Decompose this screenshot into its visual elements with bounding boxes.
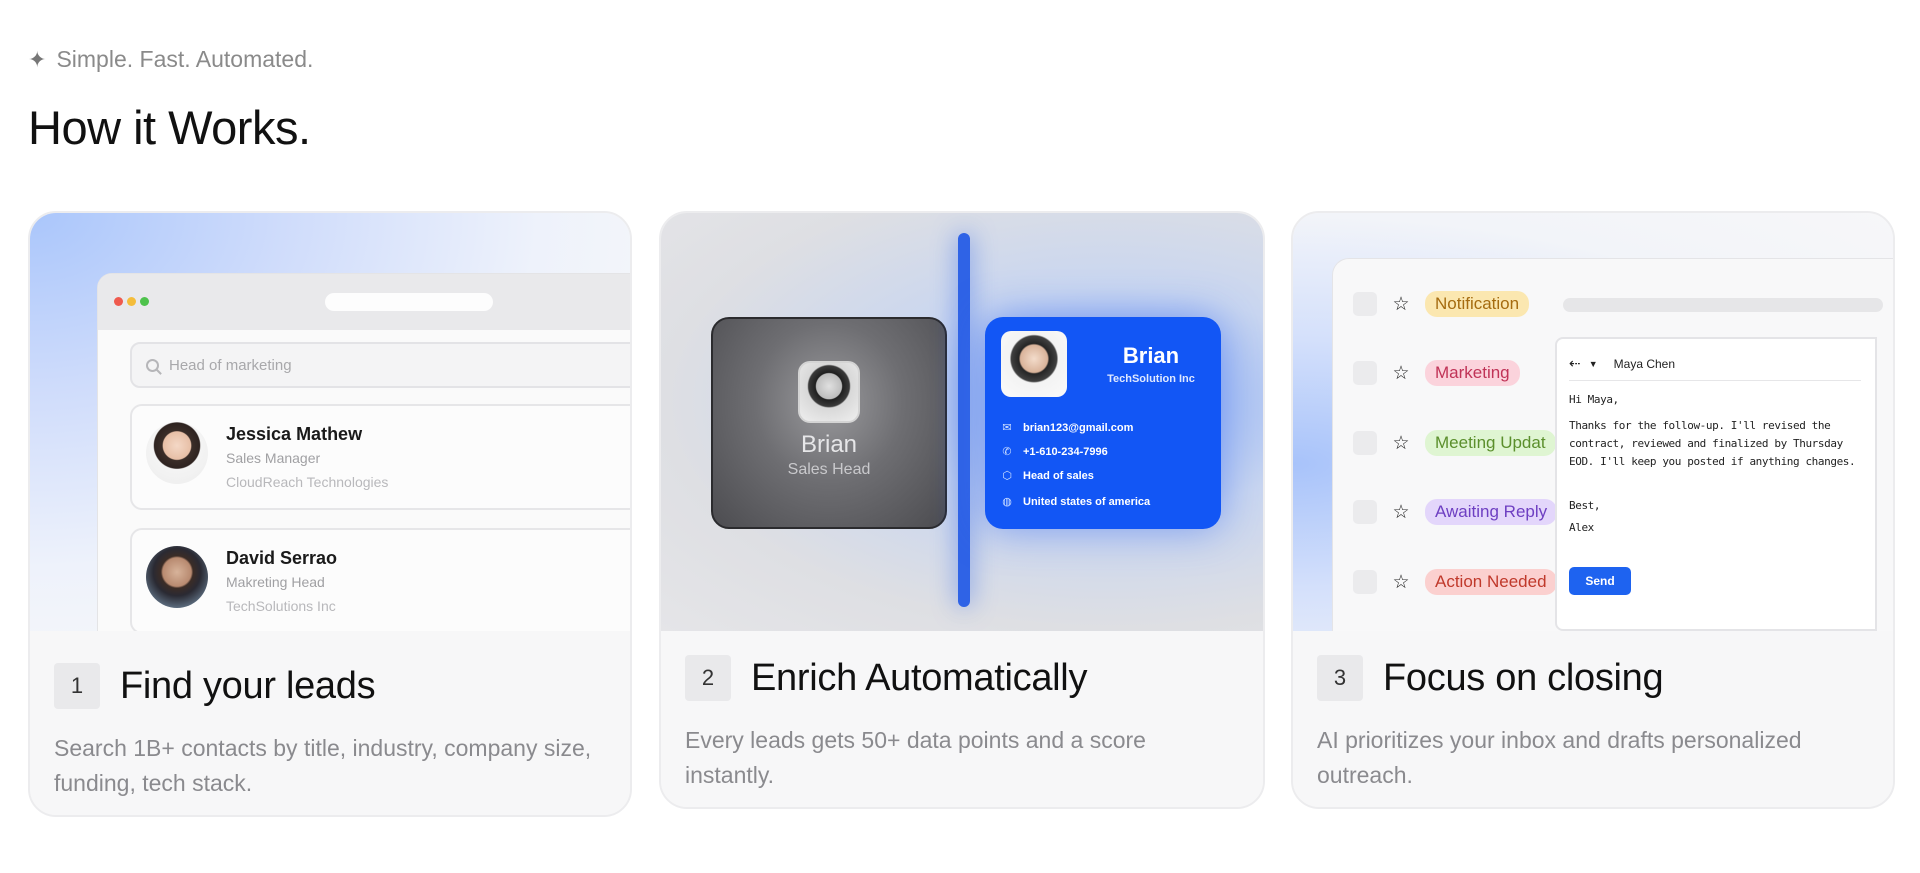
maximize-dot-icon [140,297,149,306]
row-checkbox[interactable] [1353,292,1377,316]
email-text: Thanks for the follow-up. I'll revised t… [1569,419,1856,468]
email-recipient: Maya Chen [1613,356,1676,371]
avatar [146,546,208,608]
eyebrow-text: Simple. Fast. Automated. [56,46,314,72]
card-footer: 2 Enrich Automatically Every leads gets … [661,631,1263,807]
badge-icon: ⬡ [1002,470,1012,482]
contact-card[interactable]: Jessica Mathew Sales Manager CloudReach … [130,404,630,510]
page-title: How it Works. [28,101,311,154]
row-checkbox[interactable] [1353,431,1377,455]
lead-photo [1001,331,1067,397]
email-header: ⇠ ▼ Maya Chen [1569,347,1861,381]
inbox-row[interactable]: ☆ Action Needed [1353,569,1557,595]
star-icon[interactable]: ☆ [1391,362,1411,385]
row-checkbox[interactable] [1353,570,1377,594]
lead-photo [798,361,860,423]
scan-divider [958,233,970,607]
enriched-lead-card: Brian TechSolution Inc ✉ brian123@gmail.… [985,317,1221,529]
card-footer: 3 Focus on closing AI prioritizes your i… [1293,631,1893,807]
label-tag: Notification [1425,291,1530,317]
label-tag: Action Needed [1425,569,1557,595]
send-button[interactable]: Send [1569,567,1631,595]
email-signature: Alex [1569,521,1594,534]
card-footer: 1 Find your leads Search 1B+ contacts by… [30,631,630,815]
sparkle-icon: ✦ [28,46,47,72]
step-card-focus: ☆ Notification ☆ Marketing ☆ Meeting Upd… [1291,211,1895,809]
globe-icon: ◍ [1002,496,1012,508]
contact-name: David Serrao [226,548,338,568]
search-icon [146,358,159,372]
step-title: Enrich Automatically [751,656,1088,699]
search-placeholder: Head of marketing [169,356,292,374]
lead-location: United states of america [1023,495,1151,508]
browser-window: Head of marketing Jessica Mathew Sales M… [98,274,630,631]
lead-email: brian123@gmail.com [1023,421,1134,434]
step-number: 1 [54,663,100,709]
contact-role: Makreting Head [226,574,325,590]
lead-company: TechSolution Inc [1107,373,1195,385]
inbox-row[interactable]: ☆ Meeting Updat [1353,430,1556,456]
lead-title: Head of sales [1023,469,1094,482]
lead-name: Brian [800,431,858,458]
star-icon[interactable]: ☆ [1391,293,1411,316]
lead-phone: +1-610-234-7996 [1023,445,1108,458]
label-tag: Awaiting Reply [1425,499,1558,525]
star-icon[interactable]: ☆ [1391,571,1411,594]
title-row: ⬡ Head of sales [1001,469,1094,483]
row-checkbox[interactable] [1353,500,1377,524]
find-leads-illustration: Head of marketing Jessica Mathew Sales M… [30,213,630,631]
star-icon[interactable]: ☆ [1391,432,1411,455]
browser-titlebar [98,274,630,330]
location-row: ◍ United states of america [1001,495,1151,509]
email-signoff: Best, [1569,499,1601,512]
step-description: Every leads gets 50+ data points and a s… [685,727,1146,788]
star-icon[interactable]: ☆ [1391,501,1411,524]
row-checkbox[interactable] [1353,361,1377,385]
raw-lead-card: Brian Sales Head [711,317,947,529]
label-tag: Marketing [1425,360,1520,386]
phone-row: ✆ +1-610-234-7996 [1001,445,1108,459]
step-title: Focus on closing [1383,656,1664,699]
section-eyebrow: ✦ Simple. Fast. Automated. [28,46,313,73]
step-card-enrich: Brian Sales Head Brian TechSolution Inc … [659,211,1265,809]
email-draft-pane: ⇠ ▼ Maya Chen Hi Maya, Thanks for the fo… [1555,337,1877,631]
inbox-row[interactable]: ☆ Awaiting Reply [1353,499,1558,525]
chevron-down-icon[interactable]: ▼ [1589,359,1598,369]
step-card-find-leads: Head of marketing Jessica Mathew Sales M… [28,211,632,817]
contact-search-input[interactable]: Head of marketing [130,342,630,388]
reply-arrow-icon[interactable]: ⇠ [1569,355,1581,372]
step-title: Find your leads [120,664,376,707]
step-number: 3 [1317,655,1363,701]
enrich-illustration: Brian Sales Head Brian TechSolution Inc … [661,213,1263,631]
contact-role: Sales Manager [226,450,321,466]
step-description: Search 1B+ contacts by title, industry, … [54,735,592,796]
inbox-window: ☆ Notification ☆ Marketing ☆ Meeting Upd… [1333,259,1893,631]
inbox-row[interactable]: ☆ Marketing [1353,360,1520,386]
contact-name: Jessica Mathew [226,424,363,444]
contact-company: CloudReach Technologies [226,474,389,490]
inbox-row[interactable]: ☆ Notification [1353,291,1530,317]
minimize-dot-icon [127,297,136,306]
contact-company: TechSolutions Inc [226,598,336,614]
phone-icon: ✆ [1002,446,1012,458]
step-description: AI prioritizes your inbox and drafts per… [1317,727,1802,788]
preview-line [1563,298,1883,312]
mail-icon: ✉ [1002,422,1012,434]
email-row: ✉ brian123@gmail.com [1001,421,1134,435]
lead-role: Sales Head [787,461,871,478]
address-bar [325,293,493,311]
step-number: 2 [685,655,731,701]
inbox-illustration: ☆ Notification ☆ Marketing ☆ Meeting Upd… [1293,213,1893,631]
close-dot-icon [114,297,123,306]
avatar [146,422,208,484]
label-tag: Meeting Updat [1425,430,1556,456]
lead-name: Brian [1122,343,1180,368]
contact-card[interactable]: David Serrao Makreting Head TechSolution… [130,528,630,631]
email-greeting: Hi Maya, [1569,393,1619,406]
